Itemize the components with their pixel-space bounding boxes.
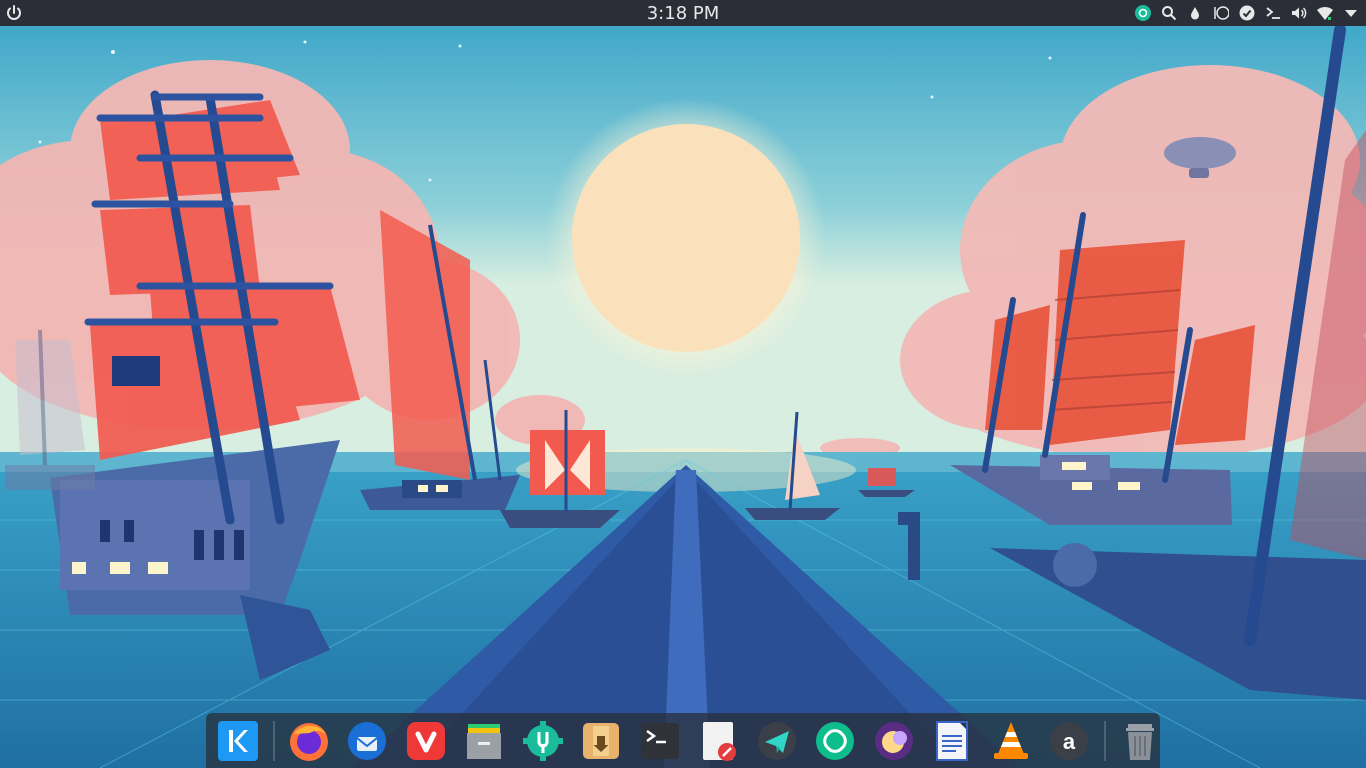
top-panel: 3:18 PM: [0, 0, 1366, 26]
wifi-icon[interactable]: [1316, 4, 1334, 22]
file-manager-icon[interactable]: [462, 719, 506, 763]
system-tray: [1134, 3, 1360, 23]
panel-expand-icon[interactable]: [1342, 4, 1360, 22]
element-icon[interactable]: [813, 719, 857, 763]
vlc-icon[interactable]: [989, 719, 1033, 763]
dock: a: [206, 713, 1160, 768]
kde-launcher-icon[interactable]: [216, 719, 260, 763]
document-viewer-icon[interactable]: [930, 719, 974, 763]
night-color-icon[interactable]: [1212, 4, 1230, 22]
desktop-wallpaper: [0, 0, 1366, 768]
svg-text:a: a: [1063, 729, 1076, 754]
kde-connect-icon[interactable]: [1134, 4, 1152, 22]
terminal-icon[interactable]: [1264, 4, 1282, 22]
terminal-app-icon[interactable]: [638, 719, 682, 763]
package-manager-icon[interactable]: [579, 719, 623, 763]
dock-separator: [1103, 720, 1106, 761]
space-app-icon[interactable]: [872, 719, 916, 763]
thunderbird-icon[interactable]: [345, 719, 389, 763]
amazon-icon[interactable]: a: [1047, 719, 1091, 763]
color-picker-icon[interactable]: [1186, 4, 1204, 22]
volume-icon[interactable]: [1290, 4, 1308, 22]
system-settings-icon[interactable]: [521, 719, 565, 763]
trash-icon[interactable]: [1118, 719, 1162, 763]
telegram-icon[interactable]: [755, 719, 799, 763]
firefox-icon[interactable]: [287, 719, 331, 763]
updates-icon[interactable]: [1238, 4, 1256, 22]
vivaldi-icon[interactable]: [404, 719, 448, 763]
text-editor-icon[interactable]: [696, 719, 740, 763]
search-icon[interactable]: [1160, 4, 1178, 22]
dock-separator: [272, 720, 275, 761]
